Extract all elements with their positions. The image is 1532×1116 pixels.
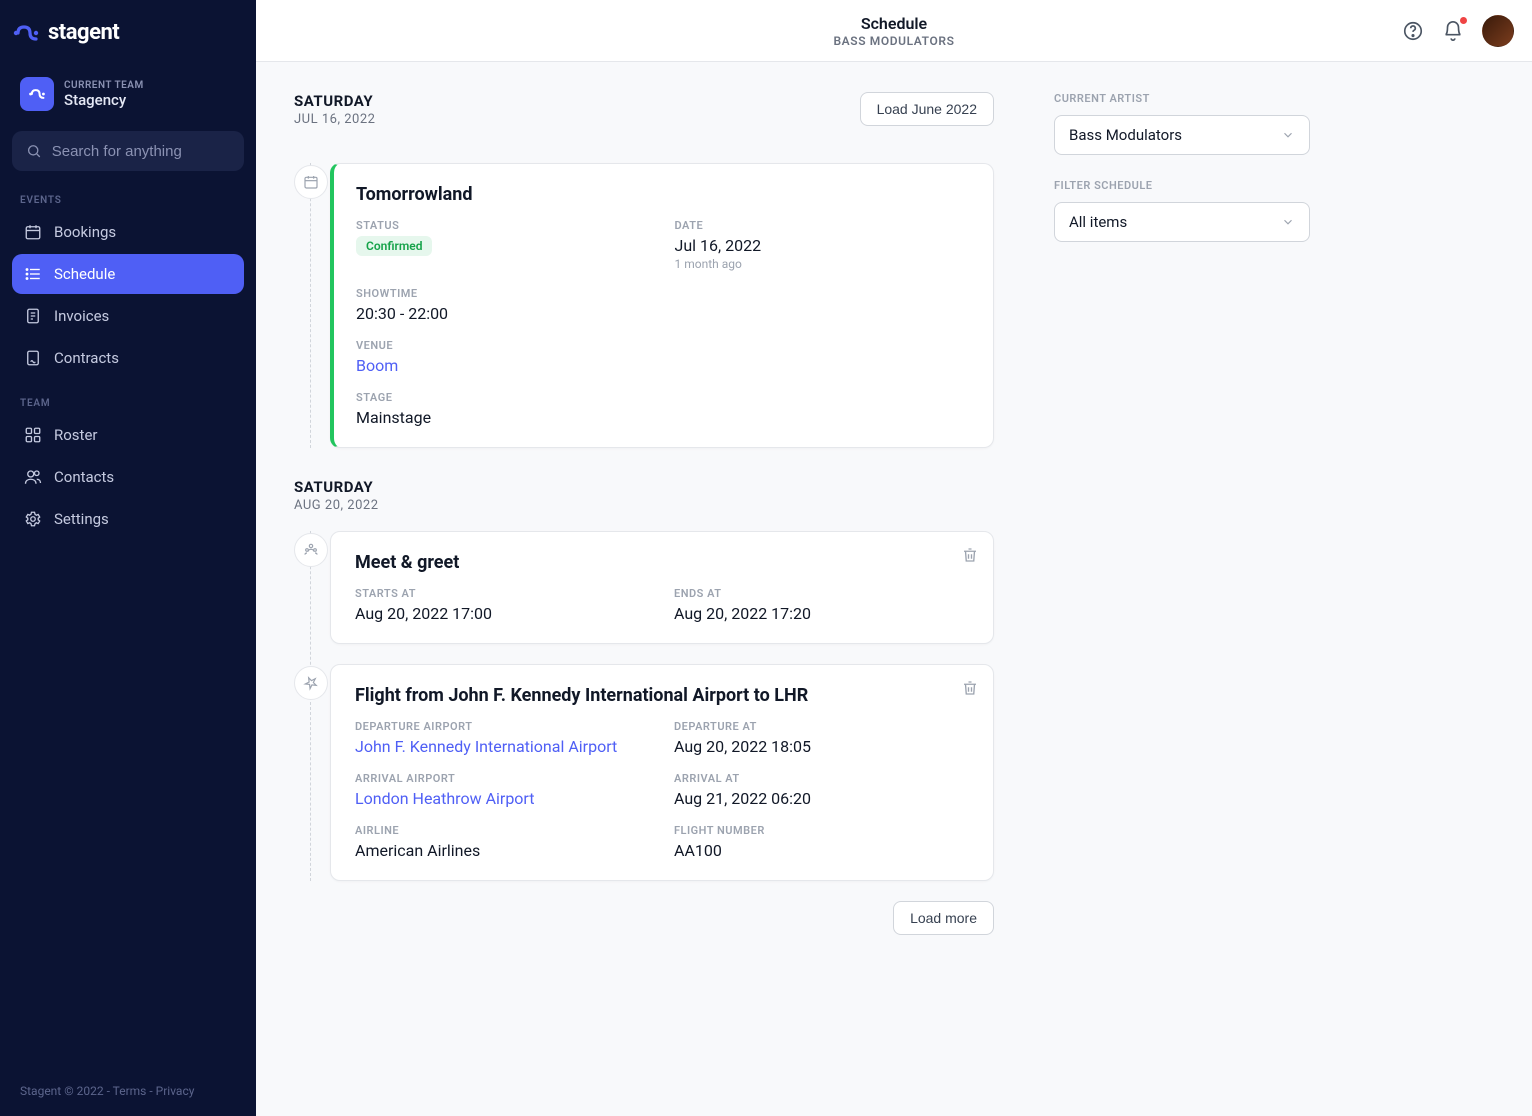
team-label: CURRENT TEAM (64, 80, 144, 91)
grid-icon (24, 426, 42, 444)
team-selector[interactable]: CURRENT TEAM Stagency (12, 69, 244, 119)
event-ends-at: Aug 20, 2022 17:20 (674, 604, 969, 623)
logo-text: stagent (48, 20, 119, 45)
current-artist-label: CURRENT ARTIST (1054, 92, 1310, 105)
invoice-icon (24, 307, 42, 325)
departure-at: Aug 20, 2022 18:05 (674, 737, 969, 756)
status-badge: Confirmed (356, 236, 432, 256)
load-more-button[interactable]: Load more (893, 901, 994, 935)
help-button[interactable] (1402, 20, 1424, 42)
search-icon (26, 142, 42, 160)
contract-icon (24, 349, 42, 367)
departure-airport-link[interactable]: John F. Kennedy International Airport (355, 737, 650, 756)
event-card-flight[interactable]: Flight from John F. Kennedy Internationa… (330, 664, 994, 881)
arrival-at: Aug 21, 2022 06:20 (674, 789, 969, 808)
sidebar: stagent CURRENT TEAM Stagency EVENTS Boo… (0, 0, 256, 1116)
users-icon (24, 468, 42, 486)
footer-terms-link[interactable]: Terms (113, 1084, 147, 1098)
airline: American Airlines (355, 841, 650, 860)
filter-schedule-select[interactable]: All items (1054, 202, 1310, 242)
day-name: SATURDAY (294, 478, 994, 496)
event-card-meet-greet[interactable]: Meet & greet STARTS AT Aug 20, 2022 17:0… (330, 531, 994, 644)
logo-icon (12, 24, 40, 42)
event-plane-icon (294, 666, 328, 700)
footer-privacy-link[interactable]: Privacy (156, 1084, 195, 1098)
trash-icon (961, 546, 979, 564)
event-date: Jul 16, 2022 (675, 236, 970, 255)
calendar-icon (24, 223, 42, 241)
search-input[interactable] (52, 143, 230, 160)
nav-section-team: TEAM (12, 392, 244, 415)
team-name: Stagency (64, 91, 144, 109)
day-date: JUL 16, 2022 (294, 112, 375, 127)
notification-badge (1460, 17, 1467, 24)
event-title: Tomorrowland (356, 184, 969, 205)
filter-schedule-value: All items (1069, 213, 1127, 231)
sidebar-item-contracts[interactable]: Contracts (12, 338, 244, 378)
notifications-button[interactable] (1442, 20, 1464, 42)
flight-number: AA100 (674, 841, 969, 860)
sidebar-item-label: Roster (54, 426, 97, 444)
current-artist-value: Bass Modulators (1069, 126, 1182, 144)
event-calendar-icon (294, 165, 328, 199)
header: Schedule BASS MODULATORS (256, 0, 1532, 62)
search-box[interactable] (12, 131, 244, 171)
sidebar-item-label: Contacts (54, 468, 114, 486)
delete-button[interactable] (961, 679, 979, 697)
sidebar-item-label: Bookings (54, 223, 116, 241)
load-june-button[interactable]: Load June 2022 (860, 92, 994, 126)
event-date-relative: 1 month ago (675, 257, 970, 271)
sidebar-item-settings[interactable]: Settings (12, 499, 244, 539)
team-avatar-icon (20, 77, 54, 111)
page-title: Schedule (833, 14, 954, 33)
sidebar-item-roster[interactable]: Roster (12, 415, 244, 455)
event-venue-link[interactable]: Boom (356, 356, 969, 375)
event-card-tomorrowland[interactable]: Tomorrowland STATUS Confirmed DATE Jul 1… (330, 163, 994, 448)
event-showtime: 20:30 - 22:00 (356, 304, 969, 323)
sidebar-item-bookings[interactable]: Bookings (12, 212, 244, 252)
logo[interactable]: stagent (12, 0, 244, 65)
sidebar-item-label: Settings (54, 510, 109, 528)
sidebar-item-contacts[interactable]: Contacts (12, 457, 244, 497)
sidebar-item-label: Schedule (54, 265, 115, 283)
event-title: Meet & greet (355, 552, 969, 573)
sidebar-item-schedule[interactable]: Schedule (12, 254, 244, 294)
gear-icon (24, 510, 42, 528)
event-starts-at: Aug 20, 2022 17:00 (355, 604, 650, 623)
day-date: AUG 20, 2022 (294, 498, 994, 513)
delete-button[interactable] (961, 546, 979, 564)
event-people-icon (294, 533, 328, 567)
sidebar-item-label: Invoices (54, 307, 109, 325)
list-icon (24, 265, 42, 283)
event-title: Flight from John F. Kennedy Internationa… (355, 685, 969, 706)
sidebar-item-invoices[interactable]: Invoices (12, 296, 244, 336)
help-icon (1402, 20, 1424, 42)
nav-section-events: EVENTS (12, 189, 244, 212)
arrival-airport-link[interactable]: London Heathrow Airport (355, 789, 650, 808)
filter-schedule-label: FILTER SCHEDULE (1054, 179, 1310, 192)
trash-icon (961, 679, 979, 697)
page-subtitle: BASS MODULATORS (833, 34, 954, 48)
chevron-down-icon (1281, 128, 1295, 142)
avatar[interactable] (1482, 15, 1514, 47)
day-name: SATURDAY (294, 92, 375, 110)
sidebar-item-label: Contracts (54, 349, 119, 367)
current-artist-select[interactable]: Bass Modulators (1054, 115, 1310, 155)
event-stage: Mainstage (356, 408, 969, 427)
sidebar-footer: Stagent © 2022 - Terms - Privacy (12, 1066, 244, 1116)
chevron-down-icon (1281, 215, 1295, 229)
